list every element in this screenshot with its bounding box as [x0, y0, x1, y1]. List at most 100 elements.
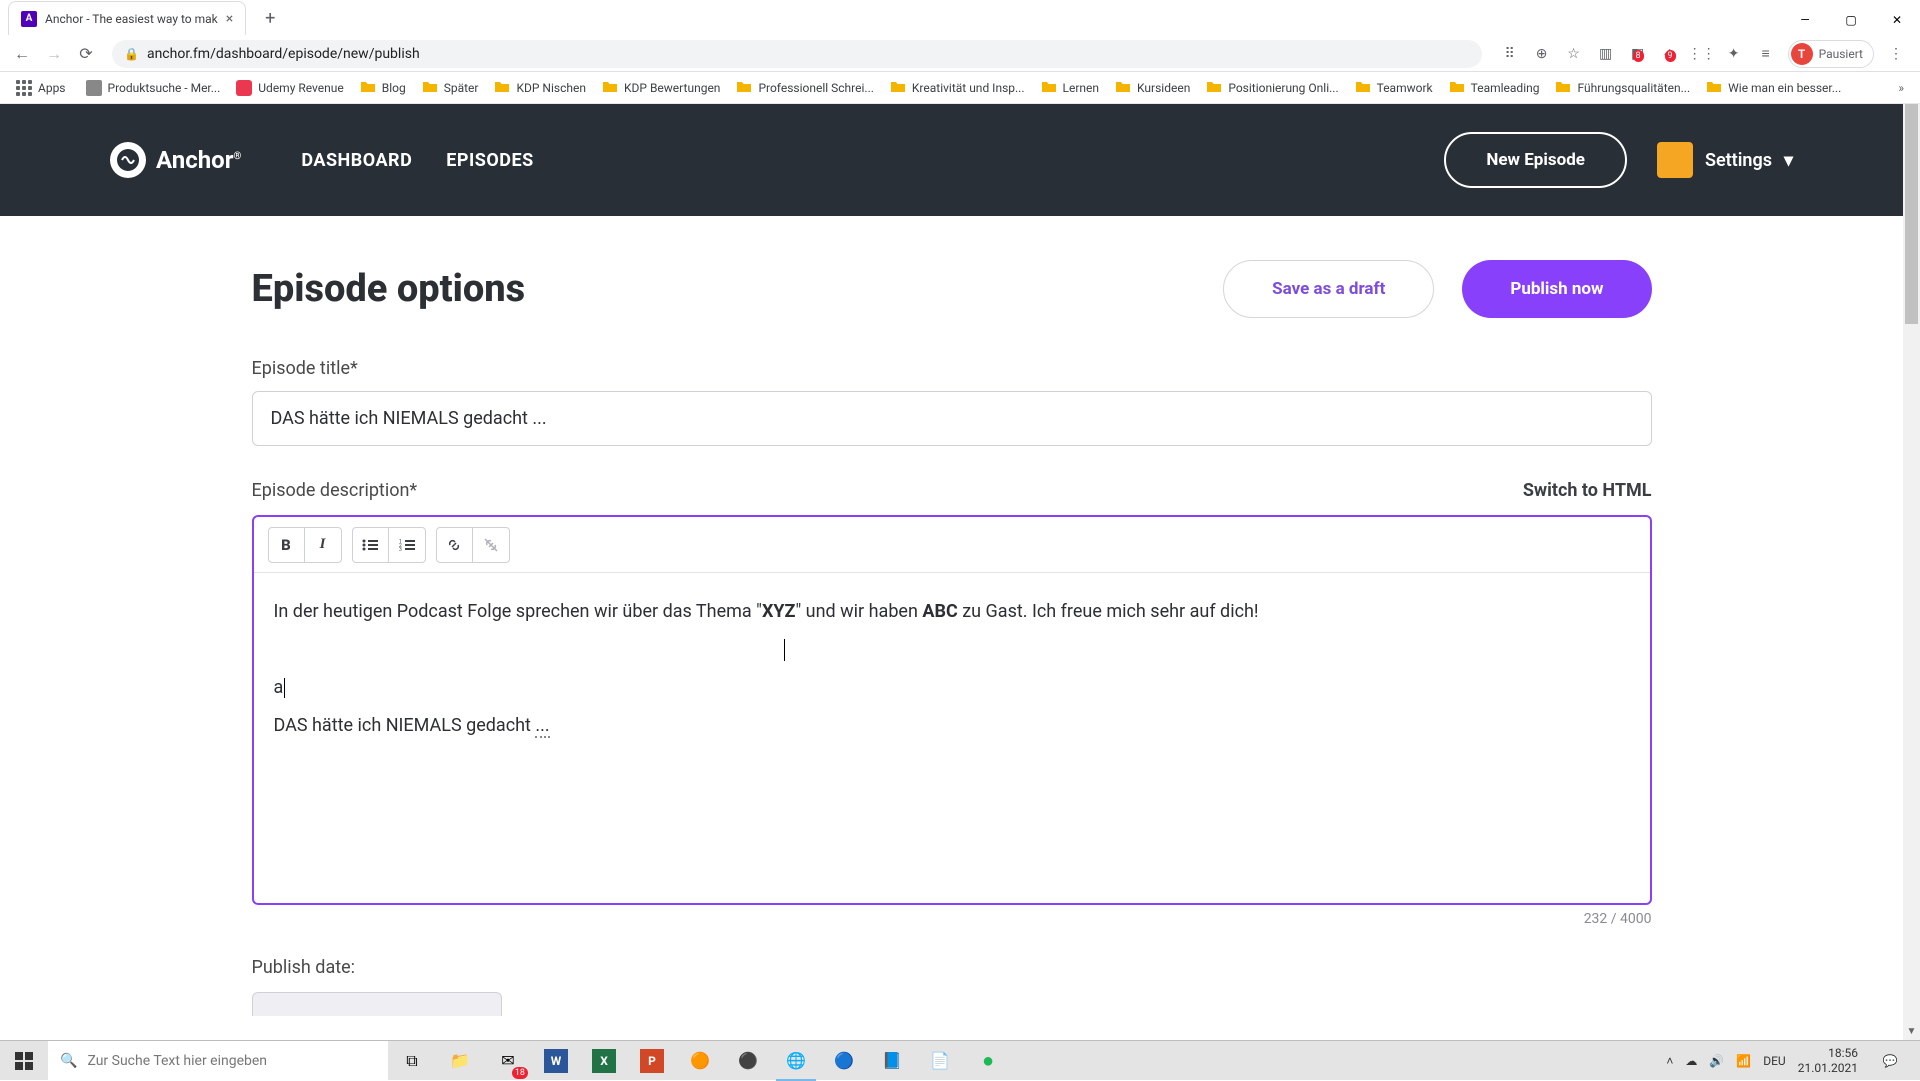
- browser-menu-icon[interactable]: ⋮: [1886, 44, 1906, 64]
- address-bar[interactable]: 🔒 anchor.fm/dashboard/episode/new/publis…: [112, 40, 1482, 68]
- taskbar-obs-icon[interactable]: ⚫: [724, 1041, 772, 1081]
- back-button[interactable]: ←: [8, 40, 36, 68]
- tray-chevron-icon[interactable]: ˄: [1666, 1054, 1673, 1068]
- taskbar-edge-icon[interactable]: 🔵: [820, 1041, 868, 1081]
- taskbar-spotify-icon[interactable]: ●: [964, 1041, 1012, 1081]
- bookmark-item[interactable]: Wie man ein besser...: [1698, 75, 1849, 101]
- start-button[interactable]: [0, 1041, 48, 1081]
- bookmark-item[interactable]: Teamleading: [1441, 75, 1548, 101]
- editor-numbered-list-button[interactable]: 123: [389, 528, 425, 562]
- publish-date-field[interactable]: [252, 992, 502, 1016]
- extension-icon-4[interactable]: ⋮⋮: [1692, 44, 1712, 64]
- bookmark-item[interactable]: KDP Nischen: [486, 75, 594, 101]
- extension-icon-2[interactable]: ◧8: [1628, 44, 1648, 64]
- tab-close-icon[interactable]: ×: [226, 11, 233, 27]
- new-tab-button[interactable]: +: [256, 4, 284, 32]
- zoom-icon[interactable]: ⊕: [1532, 44, 1552, 64]
- taskbar-explorer-icon[interactable]: 📁: [436, 1041, 484, 1081]
- editor-bullet-list-button[interactable]: [353, 528, 389, 562]
- bookmark-item[interactable]: Führungsqualitäten...: [1547, 75, 1698, 101]
- window-minimize-button[interactable]: —: [1782, 4, 1828, 36]
- profile-avatar-icon: T: [1791, 43, 1813, 65]
- bookmarks-overflow-icon[interactable]: »: [1890, 77, 1912, 99]
- window-maximize-button[interactable]: ▢: [1828, 4, 1874, 36]
- new-episode-button[interactable]: New Episode: [1444, 132, 1627, 188]
- translate-icon[interactable]: ⠿: [1500, 44, 1520, 64]
- tab-title: Anchor - The easiest way to mak: [45, 12, 218, 26]
- scrollbar[interactable]: ▲ ▼: [1903, 104, 1920, 1040]
- bookmark-item[interactable]: Blog: [352, 75, 414, 101]
- taskbar-app-icon-1[interactable]: 🟠: [676, 1041, 724, 1081]
- taskbar-app-icon-2[interactable]: 📘: [868, 1041, 916, 1081]
- episode-title-label: Episode title*: [252, 358, 1652, 379]
- switch-to-html-button[interactable]: Switch to HTML: [1523, 480, 1652, 501]
- taskbar-mail-icon[interactable]: ✉18: [484, 1041, 532, 1081]
- episode-title-input[interactable]: [252, 391, 1652, 446]
- chevron-down-icon: ▾: [1784, 150, 1793, 171]
- anchor-header: Anchor® DASHBOARD EPISODES New Episode S…: [0, 104, 1903, 216]
- bookmark-item[interactable]: Lernen: [1033, 75, 1108, 101]
- svg-text:3: 3: [399, 547, 402, 552]
- taskbar-powerpoint-icon[interactable]: P: [628, 1041, 676, 1081]
- tray-network-icon[interactable]: 📶: [1736, 1054, 1751, 1068]
- editor-link-button[interactable]: [437, 528, 473, 562]
- bookmarks-bar: Apps Produktsuche - Mer...Udemy RevenueB…: [0, 72, 1920, 104]
- task-view-button[interactable]: ⧉: [388, 1041, 436, 1081]
- bookmark-folder-icon: [86, 80, 102, 96]
- editor-italic-button[interactable]: I: [305, 528, 341, 562]
- bookmark-folder-icon: [494, 79, 510, 97]
- bookmark-folder-icon: [1041, 79, 1057, 97]
- reload-button[interactable]: ⟳: [72, 40, 100, 68]
- profile-chip[interactable]: T Pausiert: [1788, 40, 1874, 68]
- taskbar-excel-icon[interactable]: X: [580, 1041, 628, 1081]
- bookmark-item[interactable]: Professionell Schrei...: [728, 75, 881, 101]
- forward-button[interactable]: →: [40, 40, 68, 68]
- editor-content[interactable]: In der heutigen Podcast Folge sprechen w…: [254, 573, 1650, 903]
- bookmark-item[interactable]: Kreativität und Insp...: [882, 75, 1033, 101]
- taskbar-chrome-icon[interactable]: 🌐: [772, 1041, 820, 1081]
- apps-button[interactable]: Apps: [8, 76, 74, 100]
- extension-icon-3[interactable]: ◆9: [1660, 44, 1680, 64]
- taskbar-word-icon[interactable]: W: [532, 1041, 580, 1081]
- bookmark-folder-icon: [1355, 79, 1371, 97]
- avatar: [1657, 142, 1693, 178]
- scrollbar-thumb[interactable]: [1905, 104, 1918, 324]
- bookmark-item[interactable]: Produktsuche - Mer...: [78, 76, 229, 100]
- taskbar-search[interactable]: 🔍 Zur Suche Text hier eingeben: [48, 1041, 388, 1081]
- reading-list-icon[interactable]: ≡: [1756, 44, 1776, 64]
- extension-icon-1[interactable]: ▥: [1596, 44, 1616, 64]
- bookmark-folder-icon: [1115, 79, 1131, 97]
- description-editor: B I 123: [252, 515, 1652, 905]
- tray-notifications-icon[interactable]: 💬: [1870, 1041, 1910, 1081]
- system-tray: ˄ ☁ 🔊 📶 DEU 18:56 21.01.2021 💬: [1656, 1041, 1920, 1081]
- nav-episodes[interactable]: EPISODES: [446, 150, 533, 171]
- bookmark-item[interactable]: Später: [414, 75, 487, 101]
- bookmark-item[interactable]: Kursideen: [1107, 75, 1198, 101]
- browser-toolbar: ← → ⟳ 🔒 anchor.fm/dashboard/episode/new/…: [0, 36, 1920, 72]
- nav-dashboard[interactable]: DASHBOARD: [301, 150, 412, 171]
- editor-unlink-button[interactable]: [473, 528, 509, 562]
- extensions-puzzle-icon[interactable]: ✦: [1724, 44, 1744, 64]
- tray-clock[interactable]: 18:56 21.01.2021: [1798, 1046, 1858, 1075]
- browser-tab[interactable]: A Anchor - The easiest way to mak ×: [8, 1, 246, 35]
- tray-onedrive-icon[interactable]: ☁: [1685, 1054, 1697, 1068]
- bookmark-item[interactable]: Positionierung Onli...: [1198, 75, 1346, 101]
- taskbar-notepad-icon[interactable]: 📄: [916, 1041, 964, 1081]
- bookmark-item[interactable]: Teamwork: [1347, 75, 1441, 101]
- bookmark-item[interactable]: Udemy Revenue: [228, 76, 351, 100]
- tray-language[interactable]: DEU: [1763, 1054, 1785, 1068]
- bookmark-folder-icon: [736, 79, 752, 97]
- browser-titlebar: A Anchor - The easiest way to mak × + — …: [0, 0, 1920, 36]
- editor-bold-button[interactable]: B: [269, 528, 305, 562]
- window-close-button[interactable]: ✕: [1874, 4, 1920, 36]
- scroll-down-icon[interactable]: ▼: [1903, 1023, 1920, 1040]
- star-icon[interactable]: ☆: [1564, 44, 1584, 64]
- page-viewport: Anchor® DASHBOARD EPISODES New Episode S…: [0, 104, 1920, 1040]
- bookmark-item[interactable]: KDP Bewertungen: [594, 75, 728, 101]
- save-draft-button[interactable]: Save as a draft: [1223, 260, 1434, 318]
- profile-status: Pausiert: [1819, 47, 1863, 61]
- anchor-logo[interactable]: Anchor®: [110, 142, 241, 178]
- settings-dropdown[interactable]: Settings ▾: [1657, 142, 1793, 178]
- publish-now-button[interactable]: Publish now: [1462, 260, 1651, 318]
- tray-volume-icon[interactable]: 🔊: [1709, 1054, 1724, 1068]
